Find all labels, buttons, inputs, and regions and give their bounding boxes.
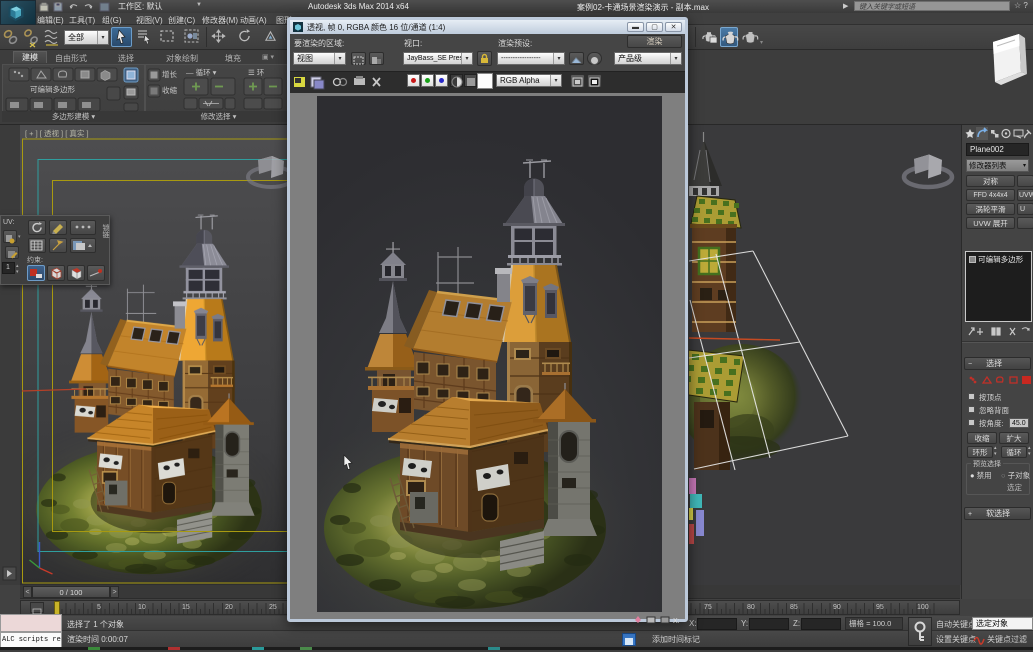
svg-text:X:: X:	[673, 618, 680, 624]
